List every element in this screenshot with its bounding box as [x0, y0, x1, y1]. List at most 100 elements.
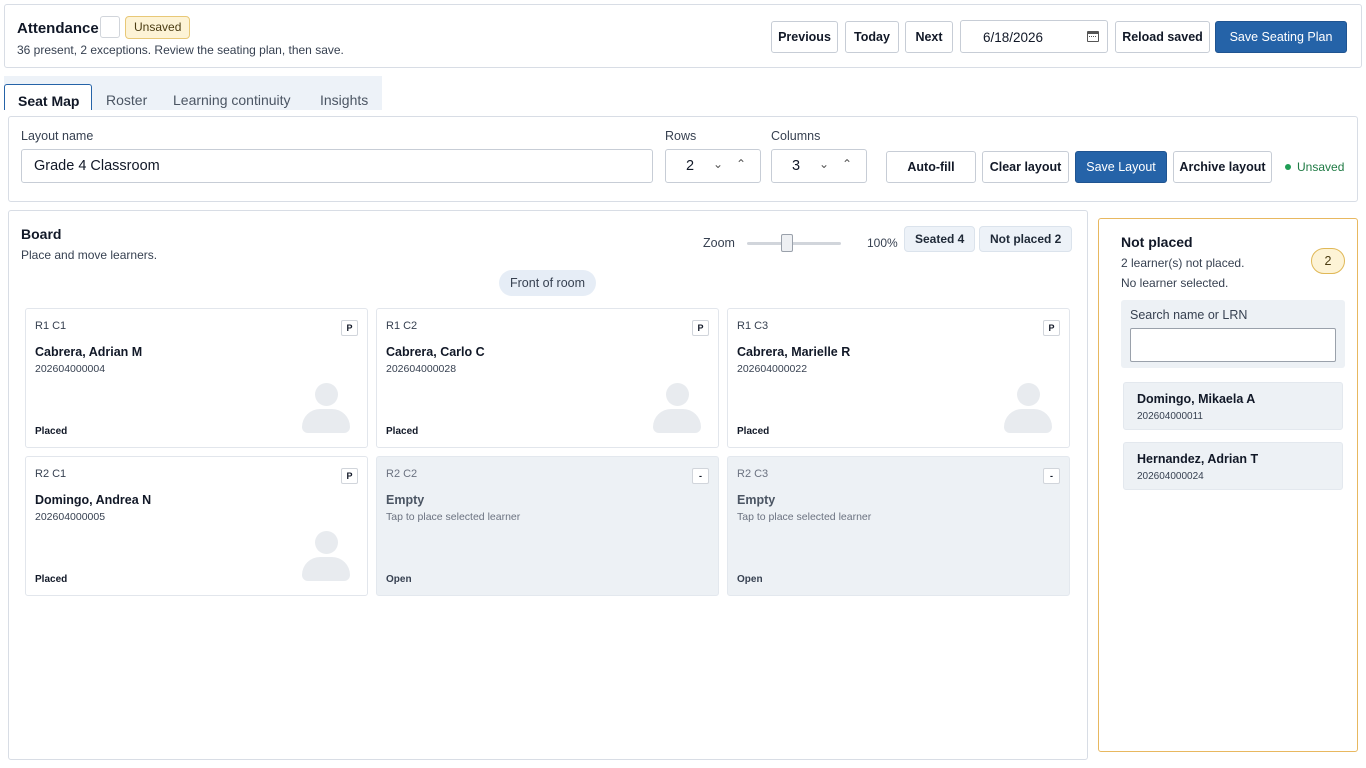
- next-button[interactable]: Next: [905, 21, 953, 53]
- columns-value: 3: [792, 158, 801, 174]
- learner-search: Search name or LRN: [1121, 300, 1345, 368]
- learner-name: Domingo, Mikaela A: [1137, 392, 1256, 406]
- layout-name-input[interactable]: Grade 4 Classroom: [21, 149, 653, 183]
- seat-learner-lrn: 202604000022: [737, 363, 808, 375]
- zoom-value: 100%: [867, 236, 898, 250]
- seat-learner-name: Cabrera, Marielle R: [737, 345, 851, 359]
- avatar-icon: [653, 383, 701, 433]
- date-value: 6/18/2026: [983, 30, 1044, 45]
- seat-learner-name: Domingo, Andrea N: [35, 493, 152, 507]
- seat-status: Open: [386, 574, 412, 585]
- seat-learner-lrn: 202604000004: [35, 363, 106, 375]
- auto-fill-button[interactable]: Auto-fill: [886, 151, 976, 183]
- chevron-up-icon[interactable]: ⌃: [736, 157, 746, 171]
- board-subtitle: Place and move learners.: [21, 248, 158, 262]
- search-label: Search name or LRN: [1130, 308, 1248, 322]
- zoom-slider-track[interactable]: [747, 242, 841, 245]
- save-seating-plan-button[interactable]: Save Seating Plan: [1215, 21, 1347, 53]
- seat-status: Placed: [386, 426, 419, 437]
- header-checkbox[interactable]: [100, 16, 120, 38]
- seat-card[interactable]: R2 C3 - Empty Tap to place selected learner…: [727, 456, 1070, 596]
- tab-roster[interactable]: Roster: [106, 84, 147, 110]
- not-placed-title: Not placed: [1121, 234, 1193, 250]
- seat-position: R1 C2: [386, 320, 418, 332]
- not-placed-count-badge: Not placed 2: [979, 226, 1073, 252]
- seat-card[interactable]: R1 C1 P Cabrera, Adrian M 202604000004 Place…: [25, 308, 368, 448]
- seat-learner-lrn: Tap to place selected learner: [737, 511, 872, 523]
- columns-stepper[interactable]: 3 ⌄ ⌃: [771, 149, 867, 183]
- seat-learner-name: Cabrera, Carlo C: [386, 345, 485, 359]
- tab-insights[interactable]: Insights: [320, 84, 368, 110]
- chevron-down-icon[interactable]: ⌄: [713, 157, 723, 171]
- front-of-room-label: Front of room: [499, 270, 597, 296]
- seat-position: R2 C3: [737, 468, 769, 480]
- layout-status: Unsaved: [1285, 160, 1344, 174]
- today-button[interactable]: Today: [845, 21, 899, 53]
- layout-status-text: Unsaved: [1297, 160, 1345, 174]
- avatar-icon: [302, 531, 350, 581]
- seat-learner-name: Empty: [386, 493, 425, 507]
- seated-count-badge: Seated 4: [904, 226, 976, 252]
- seat-status-tag: P: [341, 320, 358, 336]
- not-placed-summary: 2 learner(s) not placed.: [1121, 256, 1245, 270]
- seat-status-tag: P: [341, 468, 358, 484]
- seat-learner-lrn: 202604000028: [386, 363, 457, 375]
- seat-status: Placed: [737, 426, 770, 437]
- rows-label: Rows: [665, 129, 697, 143]
- seat-learner-name: Empty: [737, 493, 776, 507]
- not-placed-panel: Not placed 2 2 learner(s) not placed. No…: [1098, 218, 1358, 752]
- seat-position: R2 C2: [386, 468, 418, 480]
- seat-status-tag: -: [1043, 468, 1060, 484]
- date-input[interactable]: 6/18/2026: [960, 20, 1108, 53]
- avatar-icon: [302, 383, 350, 433]
- seat-status: Placed: [35, 574, 68, 585]
- avatar-icon: [1004, 383, 1052, 433]
- clear-layout-button[interactable]: Clear layout: [982, 151, 1069, 183]
- seat-learner-lrn: Tap to place selected learner: [386, 511, 521, 523]
- seat-card[interactable]: R1 C3 P Cabrera, Marielle R 202604000022 Pla…: [727, 308, 1070, 448]
- attendance-header: Attendance Unsaved 36 present, 2 excepti…: [4, 4, 1362, 68]
- previous-button[interactable]: Previous: [771, 21, 838, 53]
- board-title: Board: [21, 226, 62, 242]
- calendar-icon[interactable]: [1087, 31, 1099, 42]
- learner-name: Hernandez, Adrian T: [1137, 452, 1259, 466]
- layout-name-label: Layout name: [21, 129, 94, 143]
- seat-status-tag: P: [1043, 320, 1060, 336]
- page-title: Attendance: [17, 20, 99, 37]
- seat-status: Placed: [35, 426, 68, 437]
- archive-layout-button[interactable]: Archive layout: [1173, 151, 1272, 183]
- board-panel: Board Place and move learners. Zoom 100%…: [8, 210, 1088, 760]
- seat-card[interactable]: R2 C2 - Empty Tap to place selected learner…: [376, 456, 719, 596]
- chevron-up-icon[interactable]: ⌃: [842, 157, 852, 171]
- columns-label: Columns: [771, 129, 821, 143]
- rows-value: 2: [686, 158, 695, 174]
- seat-position: R1 C3: [737, 320, 769, 332]
- status-dot-icon: [1285, 164, 1291, 170]
- seat-position: R2 C1: [35, 468, 67, 480]
- learner-lrn: 202604000024: [1137, 471, 1204, 482]
- unsaved-badge: Unsaved: [125, 16, 191, 39]
- seat-card[interactable]: R2 C1 P Domingo, Andrea N 202604000005 Place…: [25, 456, 368, 596]
- seat-learner-lrn: 202604000005: [35, 511, 106, 523]
- tab-learning-continuity[interactable]: Learning continuity: [173, 84, 291, 110]
- seat-card[interactable]: R1 C2 P Cabrera, Carlo C 202604000028 Placed: [376, 308, 719, 448]
- rows-stepper[interactable]: 2 ⌄ ⌃: [665, 149, 761, 183]
- seat-status: Open: [737, 574, 763, 585]
- selection-status: No learner selected.: [1121, 276, 1229, 290]
- unplaced-learner-item[interactable]: Hernandez, Adrian T 202604000024: [1123, 442, 1343, 490]
- zoom-slider-thumb[interactable]: [781, 234, 793, 252]
- header-subtitle: 36 present, 2 exceptions. Review the sea…: [17, 43, 344, 57]
- unplaced-learner-item[interactable]: Domingo, Mikaela A 202604000011: [1123, 382, 1343, 430]
- seat-status-tag: -: [692, 468, 709, 484]
- search-input[interactable]: [1130, 328, 1336, 362]
- save-layout-button[interactable]: Save Layout: [1075, 151, 1167, 183]
- learner-lrn: 202604000011: [1137, 411, 1203, 422]
- reload-saved-button[interactable]: Reload saved: [1115, 21, 1210, 53]
- tab-seat-map[interactable]: Seat Map: [4, 84, 92, 110]
- chevron-down-icon[interactable]: ⌄: [819, 157, 829, 171]
- seat-position: R1 C1: [35, 320, 67, 332]
- seat-status-tag: P: [692, 320, 709, 336]
- tab-bar: Seat Map Roster Learning continuity Insi…: [4, 76, 382, 110]
- not-placed-count: 2: [1311, 248, 1345, 274]
- seat-learner-name: Cabrera, Adrian M: [35, 345, 143, 359]
